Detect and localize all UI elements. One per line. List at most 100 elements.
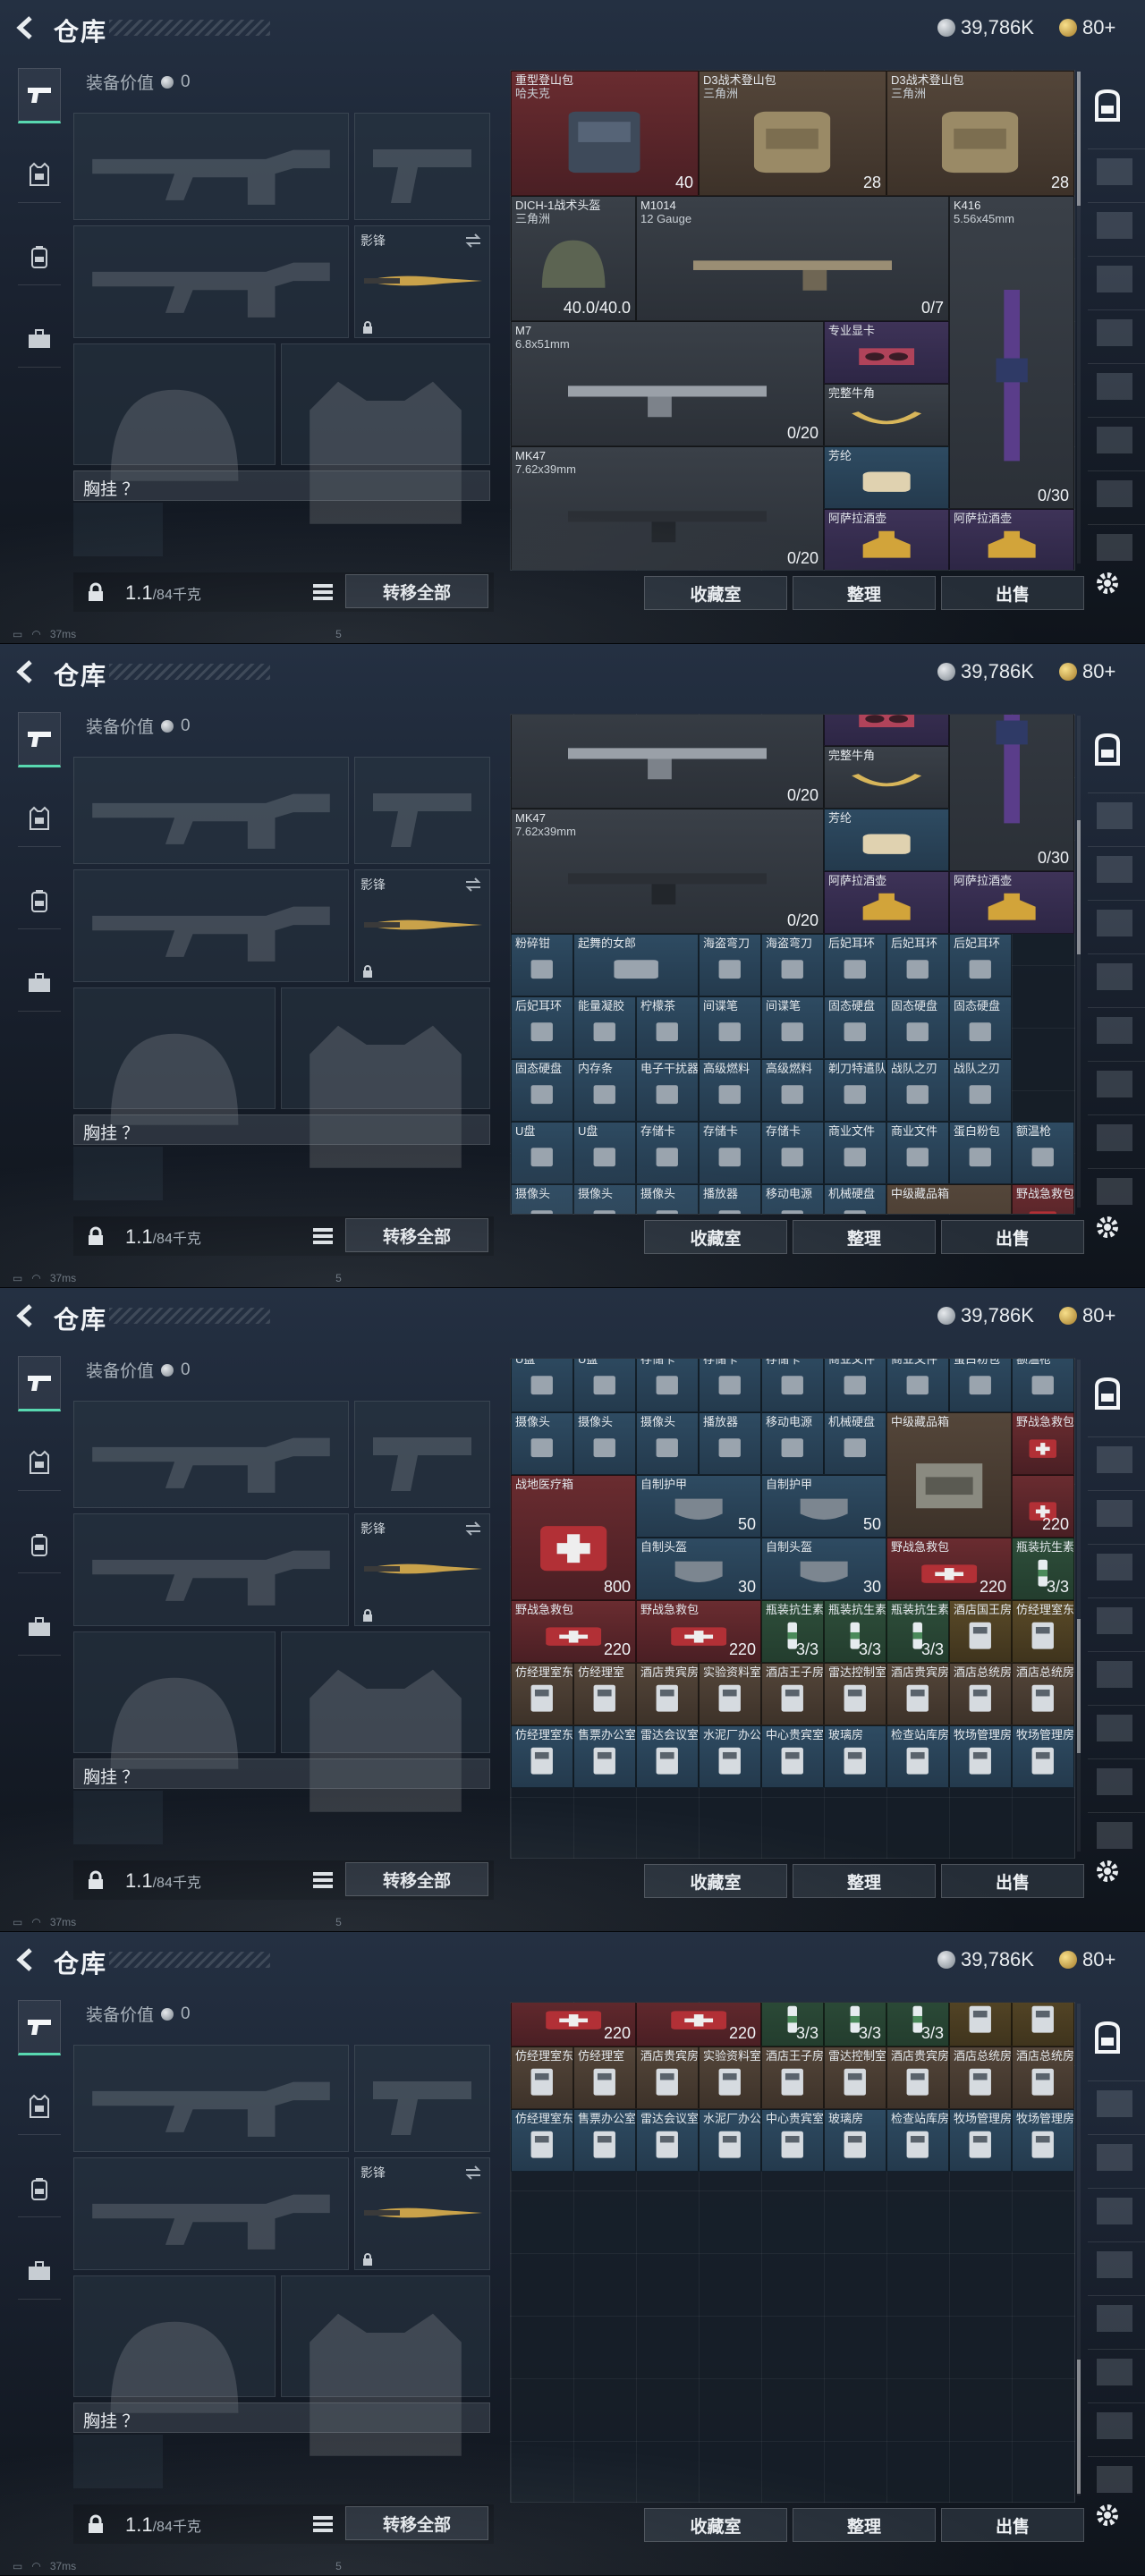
storage-item[interactable]: 间谍笔 — [761, 996, 824, 1059]
storage-item[interactable]: 中心贵宾室 — [761, 1724, 824, 1788]
collection-room-button[interactable]: 收藏室 — [644, 1220, 787, 1254]
swap-icon[interactable] — [464, 1521, 482, 1536]
storage-item[interactable]: U盘 — [511, 1359, 573, 1412]
rail-container[interactable] — [1088, 2349, 1145, 2401]
tab-case[interactable] — [18, 1599, 61, 1655]
storage-item[interactable]: 酒店贵宾房 — [886, 1662, 949, 1725]
storage-item[interactable]: 战队之刃 — [949, 1059, 1012, 1122]
chest-rig-grid[interactable] — [73, 2435, 163, 2488]
rail-container[interactable] — [1088, 846, 1145, 898]
storage-item[interactable]: 检查站库房 — [886, 2109, 949, 2172]
rail-container[interactable] — [1088, 1705, 1145, 1757]
storage-item[interactable]: 酒店贵宾房 — [636, 2046, 699, 2109]
body-armor-slot[interactable] — [281, 987, 490, 1168]
storage-item[interactable]: 酒店国王房 — [949, 2003, 1012, 2046]
body-armor-slot[interactable] — [281, 2275, 490, 2456]
storage-item[interactable]: 高级燃料 — [761, 1059, 824, 1122]
storage-item[interactable]: 后妃耳环 — [511, 996, 573, 1059]
silver-balance[interactable]: 39,786K — [937, 660, 1034, 683]
storage-item[interactable]: M76.8x51mm 0/20 — [511, 321, 824, 446]
storage-item[interactable]: 完整牛角 — [824, 384, 949, 446]
storage-item[interactable]: 重型登山包 哈夫克 40 — [511, 71, 699, 196]
transfer-all-button[interactable]: 转移全部 — [345, 1862, 488, 1896]
storage-item[interactable]: 瓶装抗生素3/3 — [761, 2003, 824, 2046]
storage-item[interactable]: 后妃耳环 — [824, 934, 886, 996]
storage-item[interactable]: 玻璃房 — [824, 1724, 886, 1788]
rail-container[interactable] — [1088, 2402, 1145, 2454]
storage-item[interactable]: 阿萨拉酒壶 — [824, 871, 949, 934]
chest-rig-slot[interactable]: 胸挂 ？ — [73, 470, 490, 501]
transfer-all-button[interactable]: 转移全部 — [345, 1218, 488, 1252]
tab-armor[interactable] — [18, 2079, 61, 2134]
storage-item[interactable]: 雷达控制室 — [824, 1662, 886, 1725]
sell-button[interactable]: 出售 — [941, 2508, 1084, 2542]
list-icon[interactable] — [311, 2513, 335, 2535]
storage-grid[interactable]: 重型登山包哈夫克40D3战术登山包三角洲28D3战术登山包三角洲28DICH-1… — [510, 714, 1075, 1215]
storage-item[interactable]: 酒店总统房 — [1012, 2046, 1074, 2109]
storage-item[interactable]: 中级藏品箱 — [886, 1184, 1012, 1214]
storage-item[interactable]: 能量凝胶 — [573, 996, 636, 1059]
chevron-left-icon[interactable] — [13, 658, 39, 685]
storage-item[interactable]: 雷达会议室 — [636, 2109, 699, 2172]
storage-item[interactable]: MK47 7.62x39mm 0/20 — [511, 446, 824, 570]
storage-scrollbar[interactable] — [1077, 716, 1081, 1208]
chevron-left-icon[interactable] — [13, 1946, 39, 1973]
storage-item[interactable]: 水泥厂办公 — [699, 1724, 761, 1788]
storage-item[interactable]: 摄像头 — [573, 1184, 636, 1214]
secondary-weapon-slot[interactable] — [73, 869, 349, 982]
storage-item[interactable]: 瓶装抗生素3/3 — [824, 1599, 886, 1663]
rail-container[interactable] — [1088, 1597, 1145, 1649]
storage-item[interactable]: 中级藏品箱 — [886, 1411, 1012, 1538]
storage-item[interactable]: D3战术登山包 三角洲 28 — [886, 71, 1074, 196]
primary-weapon-slot[interactable] — [73, 2045, 349, 2152]
storage-item[interactable]: 芳纶 — [824, 446, 949, 509]
storage-grid[interactable]: 重型登山包哈夫克40D3战术登山包三角洲28D3战术登山包三角洲28DICH-1… — [510, 1358, 1075, 1859]
rail-container[interactable] — [1088, 1436, 1145, 1488]
storage-item[interactable]: 固态硬盘 — [886, 996, 949, 1059]
tab-case[interactable] — [18, 311, 61, 367]
storage-item[interactable]: 存储卡 — [636, 1359, 699, 1412]
storage-item[interactable]: 存储卡 — [699, 1359, 761, 1412]
rail-container[interactable] — [1088, 417, 1145, 469]
rail-container[interactable] — [1088, 470, 1145, 522]
storage-item[interactable]: 瓶装抗生素3/3 — [761, 1599, 824, 1663]
storage-item[interactable]: 雷达控制室 — [824, 2046, 886, 2109]
sell-button[interactable]: 出售 — [941, 576, 1084, 610]
organize-button[interactable]: 整理 — [793, 1864, 936, 1898]
gold-balance[interactable]: 80+ — [1059, 660, 1115, 683]
storage-item[interactable]: 瓶装抗生素3/3 — [824, 2003, 886, 2046]
chevron-left-icon[interactable] — [13, 14, 39, 41]
rail-container[interactable] — [1088, 1651, 1145, 1703]
transfer-all-button[interactable]: 转移全部 — [345, 574, 488, 608]
tab-backpack[interactable] — [18, 229, 61, 284]
storage-item[interactable]: 完整牛角 — [824, 746, 949, 809]
chest-rig-grid[interactable] — [73, 503, 163, 556]
organize-button[interactable]: 整理 — [793, 576, 936, 610]
secondary-weapon-slot[interactable] — [73, 1513, 349, 1626]
sidearm-slot[interactable] — [354, 2045, 490, 2152]
tab-weapons[interactable] — [18, 2000, 61, 2055]
storage-scrollbar[interactable] — [1077, 72, 1081, 564]
storage-item[interactable]: 野战急救包220 — [636, 2003, 761, 2046]
storage-scroll-thumb[interactable] — [1077, 2359, 1081, 2494]
tab-backpack[interactable] — [18, 873, 61, 928]
tab-case[interactable] — [18, 955, 61, 1011]
storage-item[interactable]: 自制护甲 50 — [761, 1474, 886, 1538]
storage-backpack-icon[interactable] — [1090, 2020, 1125, 2055]
sidearm-slot[interactable] — [354, 1401, 490, 1508]
storage-scrollbar[interactable] — [1077, 2004, 1081, 2496]
storage-item[interactable]: 蛋白粉包 — [949, 1122, 1012, 1184]
storage-item[interactable]: 电子干扰器 — [636, 1059, 699, 1122]
tab-weapons[interactable] — [18, 68, 61, 123]
storage-item[interactable]: 摄像头 — [636, 1411, 699, 1475]
storage-item[interactable]: 阿萨拉酒壶 — [824, 509, 949, 570]
collection-room-button[interactable]: 收藏室 — [644, 576, 787, 610]
tab-armor[interactable] — [18, 1435, 61, 1490]
storage-item[interactable]: 自制头盔 30 — [636, 1537, 761, 1600]
storage-item[interactable]: 商业文件 — [824, 1122, 886, 1184]
storage-item[interactable]: 售票办公室 — [573, 1724, 636, 1788]
helmet-slot[interactable] — [73, 1631, 276, 1769]
chevron-left-icon[interactable] — [13, 1302, 39, 1329]
storage-item[interactable]: 额温枪 — [1012, 1122, 1074, 1184]
organize-button[interactable]: 整理 — [793, 1220, 936, 1254]
